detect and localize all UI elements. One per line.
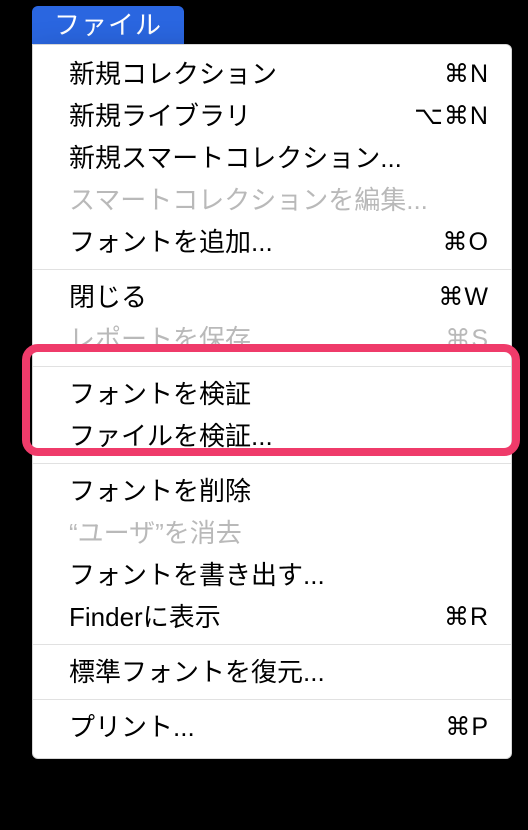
menu-item-label: Finderに表示 [69,599,221,635]
menu-item-label: “ユーザ”を消去 [69,515,242,551]
menu-separator [33,463,511,464]
menu-item-new-collection[interactable]: 新規コレクション ⌘N [33,53,511,95]
menu-item-label: フォントを追加... [69,224,273,260]
menu-item-add-fonts[interactable]: フォントを追加... ⌘O [33,221,511,263]
menu-item-label: フォントを削除 [69,473,251,509]
menu-item-validate-file[interactable]: ファイルを検証... [33,415,511,457]
menu-item-label: ファイルを検証... [69,418,273,454]
menu-item-new-smart-collection[interactable]: 新規スマートコレクション... [33,137,511,179]
menu-item-restore-standard-fonts[interactable]: 標準フォントを復元... [33,651,511,693]
menu-item-shortcut: ⌘W [438,279,489,315]
menu-item-label: 新規ライブラリ [69,98,251,134]
menu-item-close[interactable]: 閉じる ⌘W [33,276,511,318]
menu-item-shortcut: ⌘O [443,224,489,260]
menu-separator [33,269,511,270]
menu-item-label: 標準フォントを復元... [69,654,325,690]
menu-item-shortcut: ⌘P [445,709,489,745]
menu-item-export-fonts[interactable]: フォントを書き出す... [33,554,511,596]
menu-item-print[interactable]: プリント... ⌘P [33,706,511,748]
menu-item-shortcut: ⌘N [444,56,489,92]
menu-separator [33,699,511,700]
menu-item-validate-font[interactable]: フォントを検証 [33,373,511,415]
menu-item-save-report: レポートを保存... ⌘S [33,318,511,360]
menu-separator [33,644,511,645]
menu-item-label: フォントを書き出す... [69,557,325,593]
menu-item-remove-font[interactable]: フォントを削除 [33,470,511,512]
menu-item-label: フォントを検証 [69,376,251,412]
menu-item-shortcut: ⌘R [444,599,489,635]
file-menu-panel: 新規コレクション ⌘N 新規ライブラリ ⌥⌘N 新規スマートコレクション... … [32,44,512,759]
menu-separator [33,366,511,367]
menu-item-label: レポートを保存... [69,321,273,357]
menu-item-label: プリント... [69,709,195,745]
menu-item-label: 新規スマートコレクション... [69,140,402,176]
menu-item-label: スマートコレクションを編集... [69,182,428,218]
menu-item-shortcut: ⌘S [445,321,489,357]
menu-title[interactable]: ファイル [32,6,184,44]
menu-item-show-in-finder[interactable]: Finderに表示 ⌘R [33,596,511,638]
menu-item-new-library[interactable]: 新規ライブラリ ⌥⌘N [33,95,511,137]
menu-item-clear-user: “ユーザ”を消去 [33,512,511,554]
menu-item-shortcut: ⌥⌘N [414,98,489,134]
menu-item-label: 新規コレクション [69,56,277,92]
menu-item-label: 閉じる [69,279,147,315]
menu-item-edit-smart-collection: スマートコレクションを編集... [33,179,511,221]
